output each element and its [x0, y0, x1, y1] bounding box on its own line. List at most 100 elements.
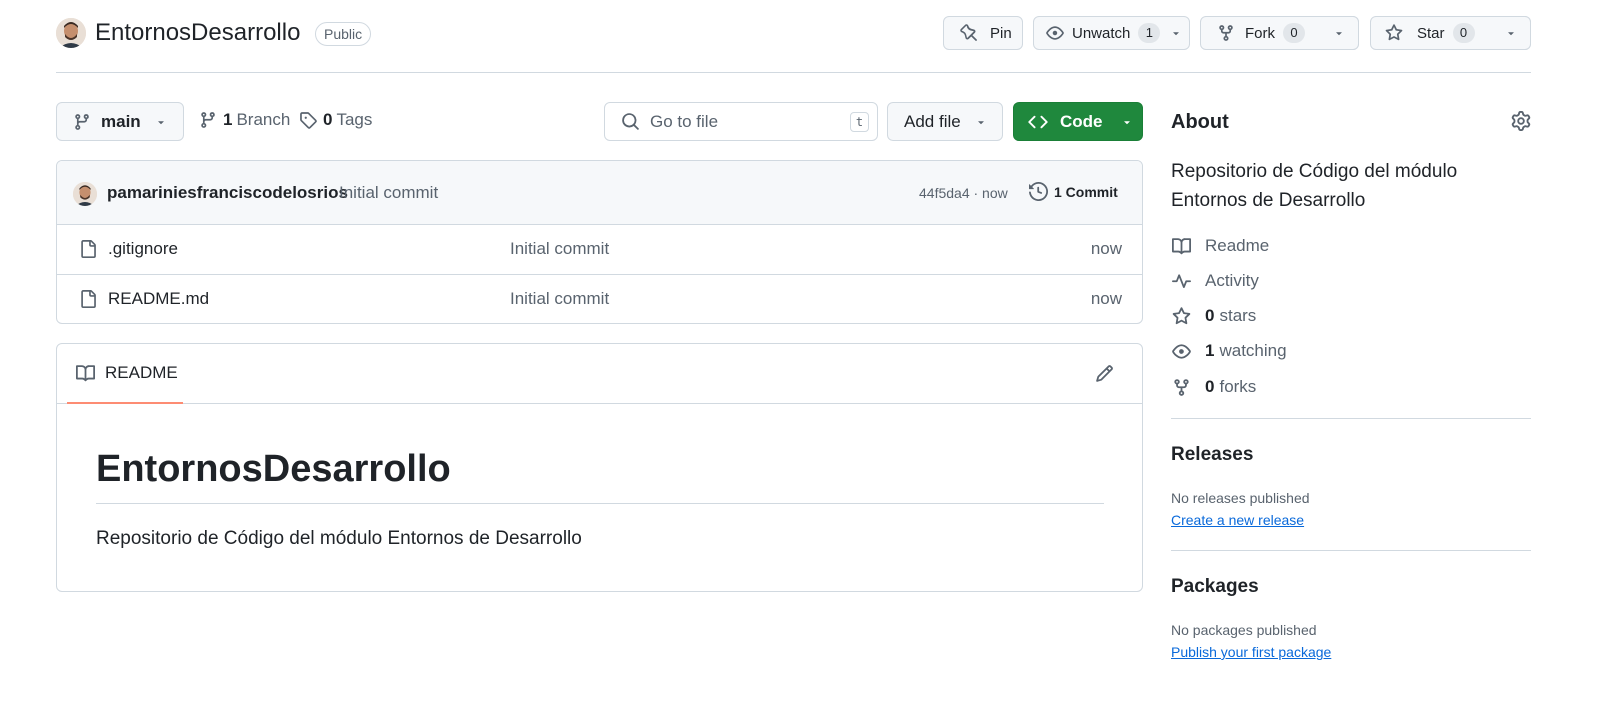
- file-name[interactable]: .gitignore: [108, 239, 178, 259]
- fork-icon: [1219, 25, 1233, 41]
- readme-link[interactable]: Readme: [1171, 236, 1269, 256]
- go-to-file-input[interactable]: Go to file t: [604, 102, 878, 141]
- repo-description: Repositorio de Código del módulo Entorno…: [1171, 161, 1458, 211]
- book-icon: [1171, 237, 1191, 254]
- forks-label: forks: [1219, 377, 1257, 396]
- history-icon: [1029, 182, 1048, 201]
- star-count: 0: [1452, 23, 1475, 43]
- stars-count: 0: [1205, 306, 1215, 325]
- fork-label: Fork: [1245, 24, 1275, 42]
- branches-label: Branch: [236, 110, 291, 129]
- readme-tab-label: README: [105, 363, 178, 382]
- gear-icon[interactable]: [1511, 111, 1531, 131]
- code-label: Code: [1060, 111, 1103, 131]
- branch-name: main: [101, 111, 141, 131]
- chevron-down-icon: [1336, 32, 1342, 36]
- latest-commit-bar: pamariniesfranciscodelosrios Initial com…: [57, 161, 1142, 225]
- tag-icon: [300, 112, 317, 129]
- commit-author-avatar[interactable]: [73, 182, 97, 206]
- divider: [1171, 550, 1531, 551]
- branch-icon: [75, 113, 89, 130]
- shortcut-hint: t: [850, 112, 869, 132]
- code-button[interactable]: Code: [1013, 102, 1143, 141]
- repo-name[interactable]: EntornosDesarrollo: [95, 19, 300, 47]
- commit-history-link[interactable]: 1 Commit: [1029, 182, 1118, 201]
- tags-count: 0: [323, 110, 333, 129]
- file-row[interactable]: README.md Initial commit now: [57, 275, 1142, 323]
- readme-panel: README EntornosDesarrollo Repositorio de…: [56, 343, 1143, 592]
- stars-link[interactable]: 0 stars: [1171, 306, 1256, 326]
- commit-message[interactable]: Initial commit: [339, 183, 438, 203]
- chevron-down-icon: [1173, 32, 1180, 36]
- commit-author[interactable]: pamariniesfranciscodelosrios: [107, 183, 348, 203]
- stars-label: stars: [1219, 306, 1257, 325]
- watching-count: 1: [1205, 341, 1215, 360]
- commit-count-label: 1 Commit: [1054, 183, 1118, 200]
- packages-empty-text: No packages published: [1171, 622, 1317, 638]
- watch-label: Unwatch: [1072, 24, 1131, 42]
- file-age: now: [1090, 239, 1122, 258]
- publish-package-link[interactable]: Publish your first package: [1171, 644, 1331, 660]
- star-dropdown-button[interactable]: [1491, 16, 1531, 50]
- code-icon: [1028, 115, 1048, 128]
- tab-readme[interactable]: README: [67, 344, 183, 404]
- about-title: About: [1171, 111, 1229, 133]
- packages-title[interactable]: Packages: [1171, 576, 1259, 598]
- file-commit-message[interactable]: Initial commit: [510, 239, 609, 259]
- watchers-link[interactable]: 1 watching: [1171, 341, 1287, 361]
- file-listing: pamariniesfranciscodelosrios Initial com…: [56, 160, 1143, 324]
- readme-tab-bar: README: [57, 344, 1142, 404]
- file-age: now: [1090, 289, 1122, 308]
- eye-icon: [1046, 26, 1064, 40]
- chevron-down-icon: [977, 120, 984, 124]
- branches-link[interactable]: 1 Branch: [199, 110, 290, 130]
- activity-link[interactable]: Activity: [1171, 271, 1259, 291]
- divider: [1171, 418, 1531, 419]
- file-name[interactable]: README.md: [108, 289, 209, 309]
- pin-icon: [960, 24, 977, 41]
- chevron-down-icon: [157, 120, 164, 124]
- repo-header: EntornosDesarrollo Public Pin Unwatch 1 …: [56, 16, 1531, 73]
- create-release-link[interactable]: Create a new release: [1171, 512, 1304, 528]
- go-to-file-placeholder: Go to file: [650, 111, 719, 131]
- file-icon: [81, 240, 96, 258]
- file-commit-message[interactable]: Initial commit: [510, 289, 609, 309]
- branch-selector[interactable]: main: [56, 102, 184, 141]
- readme-heading: EntornosDesarrollo: [96, 448, 1104, 504]
- star-icon: [1172, 306, 1190, 324]
- readme-body: Repositorio de Código del módulo Entorno…: [96, 528, 582, 549]
- tags-link[interactable]: 0 Tags: [299, 110, 372, 130]
- releases-empty-text: No releases published: [1171, 490, 1310, 506]
- pencil-icon[interactable]: [1095, 364, 1114, 383]
- file-icon: [81, 290, 96, 308]
- watch-count: 1: [1138, 23, 1161, 43]
- activity-label: Activity: [1205, 271, 1259, 290]
- star-icon: [1385, 24, 1403, 41]
- book-icon: [76, 364, 95, 381]
- releases-title[interactable]: Releases: [1171, 444, 1253, 466]
- branches-count: 1: [223, 110, 233, 129]
- forks-count: 0: [1205, 377, 1215, 396]
- add-file-label: Add file: [904, 111, 961, 131]
- file-row[interactable]: .gitignore Initial commit now: [57, 225, 1142, 275]
- pin-label: Pin: [990, 24, 1012, 42]
- add-file-button[interactable]: Add file: [887, 102, 1003, 141]
- chevron-down-icon: [1507, 32, 1514, 36]
- chevron-down-icon: [1123, 120, 1130, 124]
- commit-sha-age[interactable]: 44f5da4 · now: [919, 185, 1008, 201]
- star-label: Star: [1417, 24, 1445, 42]
- owner-avatar[interactable]: [56, 18, 86, 48]
- forks-link[interactable]: 0 forks: [1171, 377, 1256, 397]
- fork-icon: [1173, 378, 1189, 396]
- fork-count: 0: [1283, 23, 1305, 43]
- search-icon: [622, 113, 639, 130]
- pin-button[interactable]: Pin: [943, 16, 1023, 50]
- tags-label: Tags: [336, 110, 373, 129]
- watching-label: watching: [1219, 341, 1287, 360]
- watch-button[interactable]: Unwatch 1: [1033, 16, 1190, 50]
- pulse-icon: [1171, 273, 1191, 288]
- readme-link-label: Readme: [1205, 236, 1270, 255]
- visibility-badge: Public: [315, 22, 372, 46]
- branch-icon: [201, 112, 215, 128]
- fork-dropdown-button[interactable]: [1320, 16, 1359, 50]
